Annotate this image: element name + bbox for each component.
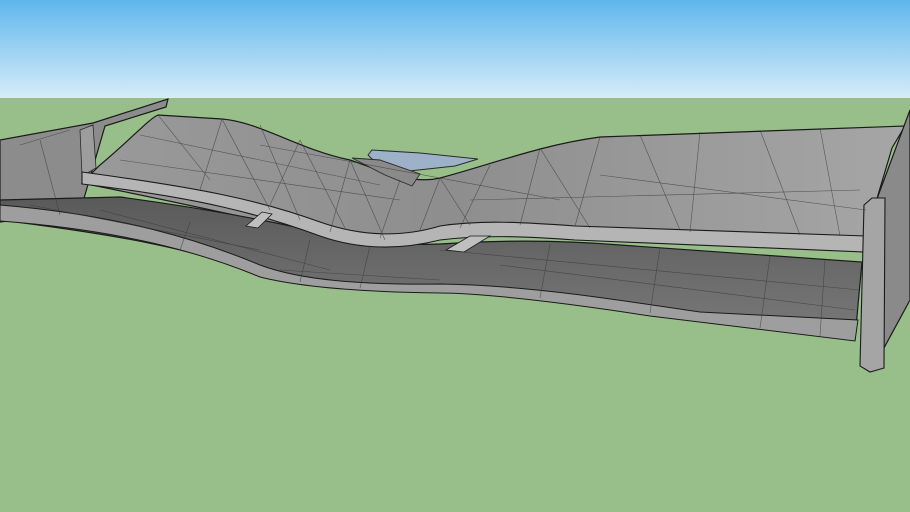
3d-viewport[interactable] bbox=[0, 0, 910, 512]
right-endplate-front bbox=[859, 197, 886, 373]
model-scene[interactable] bbox=[0, 0, 910, 512]
left-endplate-inner bbox=[79, 124, 97, 177]
sky-background bbox=[0, 0, 910, 98]
